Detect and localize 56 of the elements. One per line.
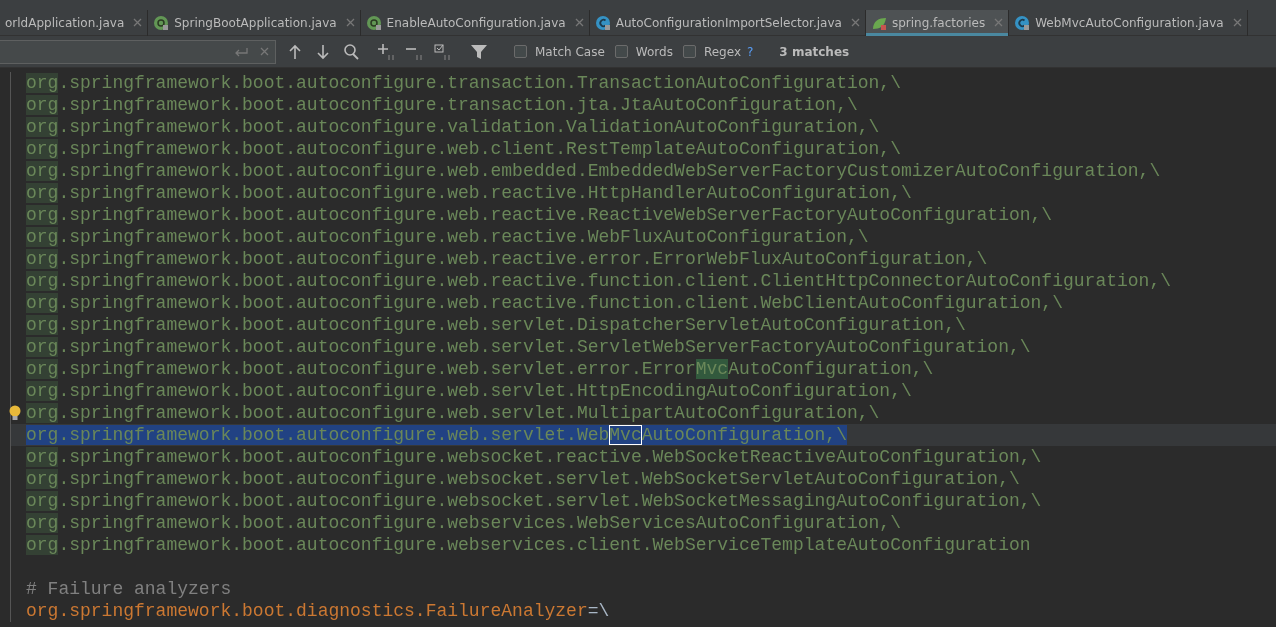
close-icon (574, 18, 584, 27)
file-tab[interactable]: SpringBootApplication.java (148, 9, 361, 36)
code-line: org.springframework.boot.autoconfigure.web.reactive.ReactiveWebServerFactoryAutoConfiguration,\ (26, 205, 1053, 225)
code-line: org.springframework.boot.autoconfigure.web.reactive.WebFluxAutoConfiguration,\ (26, 227, 869, 247)
search-field[interactable] (0, 39, 276, 64)
code-line: org.springframework.boot.autoconfigure.web.servlet.ServletWebServerFactoryAutoConfiguration,\ (26, 337, 1031, 357)
code-line: org.springframework.boot.autoconfigure.transaction.TransactionAutoConfiguration,\ (26, 73, 901, 93)
file-tab[interactable]: spring.factories (865, 9, 1010, 36)
checkbox-label: Match Case (535, 43, 605, 61)
code-line: org.springframework.boot.autoconfigure.web.servlet.MultipartAutoConfiguration,\ (26, 403, 880, 423)
code-line: # Failure analyzers (26, 579, 232, 599)
code-line: org.springframework.boot.autoconfigure.web.reactive.function.client.ClientHttpConnectorAutoConfiguration,\ (26, 271, 1171, 291)
checkbox[interactable] (614, 45, 628, 58)
annotation-icon (153, 14, 170, 31)
close-icon (994, 18, 1004, 27)
close-icon (345, 18, 355, 27)
class-icon (1014, 14, 1031, 31)
code-line: org.springframework.boot.autoconfigure.transaction.jta.JtaAutoConfiguration,\ (26, 95, 858, 115)
annotation-icon (365, 14, 382, 31)
lightbulb-icon[interactable] (8, 405, 22, 421)
code-line: org.springframework.boot.autoconfigure.web.servlet.HttpEncodingAutoConfiguration,\ (26, 381, 912, 401)
code-line: org.springframework.boot.autoconfigure.web.reactive.function.client.WebClientAutoConfiguration,\ (26, 293, 1063, 313)
code-line: org.springframework.boot.autoconfigure.websocket.servlet.WebSocketMessagingAutoConfiguration,\ (26, 491, 1042, 511)
code-line: org.springframework.boot.autoconfigure.web.embedded.EmbeddedWebServerFactoryCustomizerAutoConfiguration,\ (26, 161, 1161, 181)
file-tab[interactable]: AutoConfigurationImportSelector.java (589, 9, 866, 36)
clear-icon (260, 47, 269, 56)
checkbox-label: Regex (703, 43, 741, 61)
code-line: org.springframework.boot.autoconfigure.web.client.RestTemplateAutoConfiguration,\ (26, 139, 901, 159)
class-icon (594, 14, 611, 31)
code-line: org.springframework.boot.autoconfigure.web.reactive.HttpHandlerAutoConfiguration,\ (26, 183, 912, 203)
close-icon (133, 18, 143, 27)
close-icon (1232, 18, 1242, 27)
close-icon (850, 18, 860, 27)
code-line: org.springframework.boot.autoconfigure.websocket.servlet.WebSocketServletAutoConfiguration,\ (26, 469, 1020, 489)
code-line: org.springframework.boot.autoconfigure.websocket.reactive.WebSocketReactiveAutoConfiguration,\ (26, 447, 1042, 467)
code-line: org.springframework.boot.autoconfigure.web.servlet.DispatcherServletAutoConfiguration,\ (26, 315, 966, 335)
checkbox[interactable] (514, 45, 527, 58)
checkbox[interactable] (682, 45, 696, 58)
code-line: org.springframework.boot.diagnostics.FailureAnalyzer=\ (26, 601, 610, 621)
enter-icon (234, 46, 248, 57)
code-line: org.springframework.boot.autoconfigure.webservices.WebServicesAutoConfiguration,\ (26, 513, 901, 533)
file-tab[interactable]: EnableAutoConfiguration.java (360, 9, 590, 36)
help-link[interactable]: ? (747, 42, 754, 61)
select-all-occurrences-icon[interactable] (434, 42, 452, 61)
find-all-icon[interactable] (342, 42, 360, 61)
code-line: org.springframework.boot.autoconfigure.web.servlet.error.ErrorMvcAutoConfiguration,\ (26, 359, 934, 379)
down-arrow-icon[interactable] (314, 42, 332, 61)
file-tab[interactable]: WebMvcAutoConfiguration.java (1009, 9, 1248, 36)
checkbox-label: Words (635, 43, 673, 61)
code-line: org.springframework.boot.autoconfigure.webservices.client.WebServiceTemplateAutoConfiguration (26, 535, 1031, 555)
code-line: org.springframework.boot.autoconfigure.web.reactive.error.ErrorWebFluxAutoConfiguration,\ (26, 249, 988, 269)
add-occurrence-icon[interactable] (378, 42, 396, 61)
match-count: 3 matches (779, 43, 850, 61)
file-tab[interactable]: orldApplication.java (0, 9, 149, 36)
filter-icon[interactable] (470, 42, 488, 61)
code-line: org.springframework.boot.autoconfigure.validation.ValidationAutoConfiguration,\ (26, 117, 880, 137)
